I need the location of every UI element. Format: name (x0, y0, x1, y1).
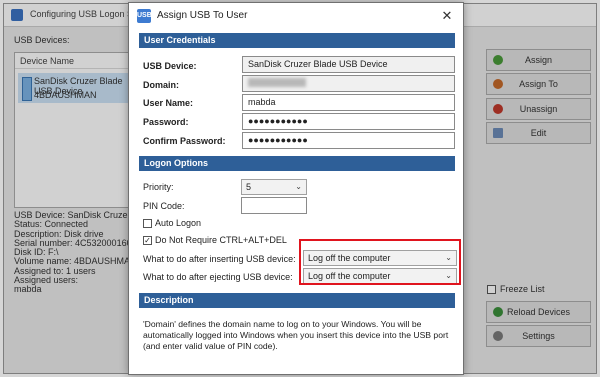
no-ctrl-alt-del-checkbox[interactable]: ✓ Do Not Require CTRL+ALT+DEL (143, 235, 287, 245)
assign-usb-dialog: USB Assign USB To User ✕ User Credential… (128, 2, 464, 375)
priority-value: 5 (246, 182, 252, 192)
logon-options-header: Logon Options (139, 156, 455, 171)
confirm-password-field[interactable]: ●●●●●●●●●●● (242, 132, 455, 149)
close-icon[interactable]: ✕ (437, 7, 457, 25)
password-field[interactable]: ●●●●●●●●●●● (242, 113, 455, 130)
chevron-down-icon: ⌄ (295, 182, 302, 191)
priority-label: Priority: (143, 182, 174, 192)
domain-field (242, 75, 455, 92)
auto-logon-checkbox[interactable]: Auto Logon (143, 218, 201, 228)
usb-device-label: USB Device: (143, 61, 197, 71)
no-ctrl-alt-del-label: Do Not Require CTRL+ALT+DEL (155, 235, 287, 245)
dialog-titlebar[interactable]: USB Assign USB To User ✕ (129, 3, 463, 29)
domain-value-blurred (248, 78, 306, 88)
checkmark-icon[interactable]: ✓ (143, 235, 152, 245)
pin-code-input[interactable] (241, 197, 307, 214)
description-header: Description (139, 293, 455, 308)
confirm-password-label: Confirm Password: (143, 136, 226, 146)
domain-label: Domain: (143, 80, 179, 90)
password-label: Password: (143, 117, 189, 127)
auto-logon-label: Auto Logon (155, 218, 202, 228)
auto-logon-box[interactable] (143, 218, 152, 228)
highlight-box (299, 239, 461, 285)
after-inserting-label: What to do after inserting USB device: (143, 254, 296, 264)
dialog-title: Assign USB To User (157, 10, 248, 21)
user-name-field[interactable]: mabda (242, 94, 455, 111)
user-credentials-header: User Credentials (139, 33, 455, 48)
description-text: 'Domain' defines the domain name to log … (143, 319, 449, 351)
usb-device-field: SanDisk Cruzer Blade USB Device (242, 56, 455, 73)
after-ejecting-label: What to do after ejecting USB device: (143, 272, 293, 282)
pin-code-label: PIN Code: (143, 201, 185, 211)
priority-select[interactable]: 5 ⌄ (241, 179, 307, 195)
user-name-label: User Name: (143, 98, 194, 108)
usb-icon: USB (137, 9, 152, 23)
